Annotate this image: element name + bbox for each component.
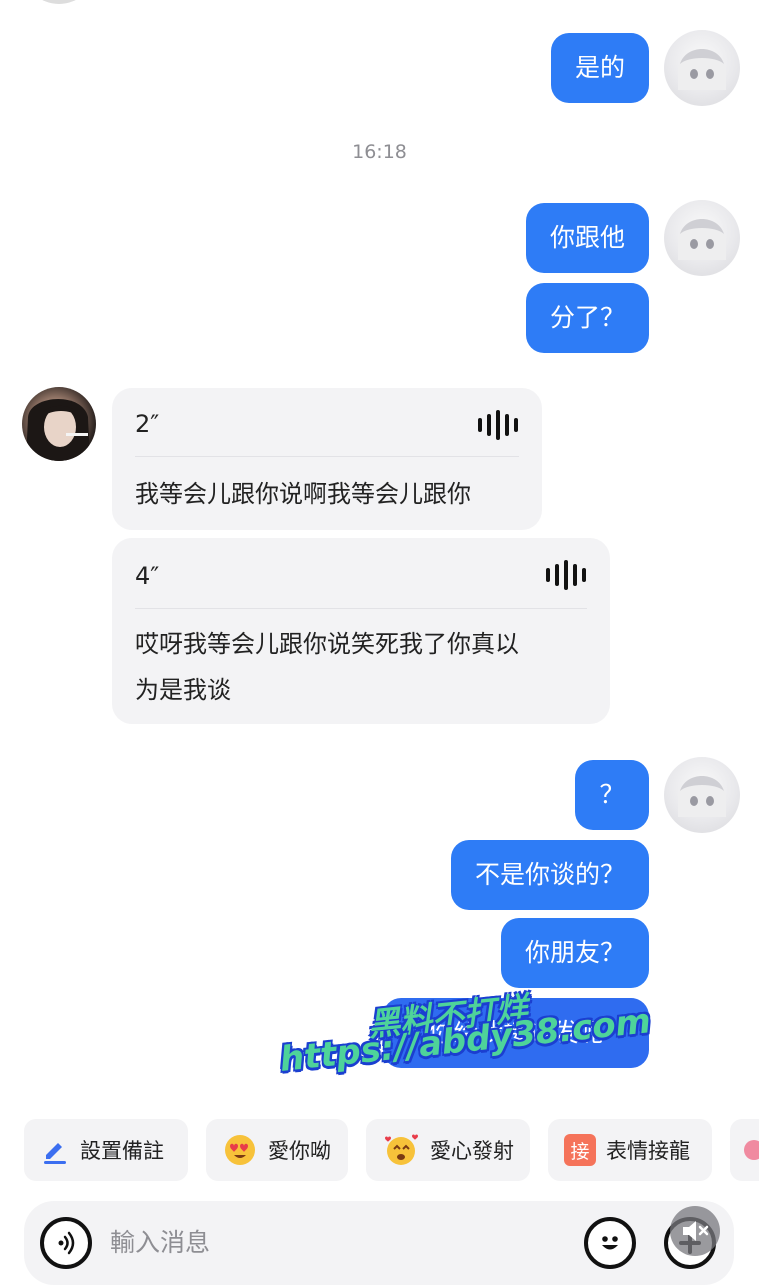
voice-transcript: 我等会儿跟你说啊我等会儿跟你	[135, 480, 471, 508]
quick-action-set-remark[interactable]: 設置備註	[24, 1119, 188, 1181]
anime-avatar-icon	[678, 776, 726, 817]
my-avatar[interactable]	[664, 757, 740, 833]
quick-action-label: 愛你呦	[268, 1139, 331, 1163]
outgoing-message[interactable]: 不是你谈的？	[450, 840, 649, 910]
mute-overlay-button[interactable]	[670, 1206, 720, 1256]
voice-transcript-line: 哎呀我等会儿跟你说笑死我了你真以	[135, 630, 519, 658]
pencil-icon	[44, 1143, 66, 1164]
quick-action-label: 設置備註	[80, 1139, 164, 1163]
previous-avatar-fragment	[22, 0, 96, 4]
smiley-icon	[602, 1236, 618, 1250]
flower-icon	[744, 1140, 759, 1160]
my-avatar[interactable]	[664, 200, 740, 276]
divider	[135, 456, 519, 457]
timestamp: 16:18	[352, 141, 407, 163]
voice-waveform-icon[interactable]	[546, 560, 586, 590]
quick-action-label: 愛心發射	[430, 1139, 514, 1163]
anime-avatar-icon	[678, 219, 726, 260]
emoji-button[interactable]	[584, 1217, 636, 1269]
my-avatar[interactable]	[664, 30, 740, 106]
message-input-field[interactable]: 輸入消息	[110, 1218, 560, 1268]
anime-avatar-icon	[678, 49, 726, 90]
outgoing-message[interactable]: 分了？	[525, 283, 649, 353]
quick-action-emoji-chain[interactable]: 接 表情接龍	[548, 1119, 712, 1181]
input-placeholder: 輸入消息	[110, 1228, 211, 1257]
heart-eyes-emoji-icon	[225, 1135, 255, 1165]
quick-action-more[interactable]	[730, 1119, 759, 1181]
speaker-muted-icon	[683, 1221, 709, 1241]
quick-action-love-you[interactable]: 愛你呦	[206, 1119, 348, 1181]
voice-wave-icon	[58, 1231, 75, 1255]
quick-action-heart-shoot[interactable]: 愛心發射	[366, 1119, 530, 1181]
voice-input-button[interactable]	[40, 1217, 92, 1269]
heart-shooting-emoji-icon	[385, 1134, 418, 1165]
voice-waveform-icon[interactable]	[478, 410, 518, 440]
emoji-chain-icon: 接	[564, 1134, 596, 1166]
divider	[135, 608, 587, 609]
voice-transcript-line: 为是我谈	[135, 676, 231, 704]
voice-message[interactable]: 4″ 哎呀我等会儿跟你说笑死我了你真以 为是我谈	[112, 538, 610, 724]
voice-message[interactable]: 2″ 我等会儿跟你说啊我等会儿跟你	[112, 388, 542, 530]
voice-duration: 2″	[135, 410, 160, 438]
outgoing-message[interactable]: 你跟他	[525, 203, 649, 273]
contact-avatar[interactable]	[22, 387, 96, 461]
quick-action-label: 表情接龍	[606, 1139, 690, 1163]
portrait-avatar-icon	[26, 398, 90, 461]
outgoing-message[interactable]: 是的	[550, 33, 649, 103]
outgoing-message[interactable]: 你朋友？	[500, 918, 649, 988]
voice-duration: 4″	[135, 562, 160, 590]
outgoing-message[interactable]: ？	[575, 760, 649, 830]
